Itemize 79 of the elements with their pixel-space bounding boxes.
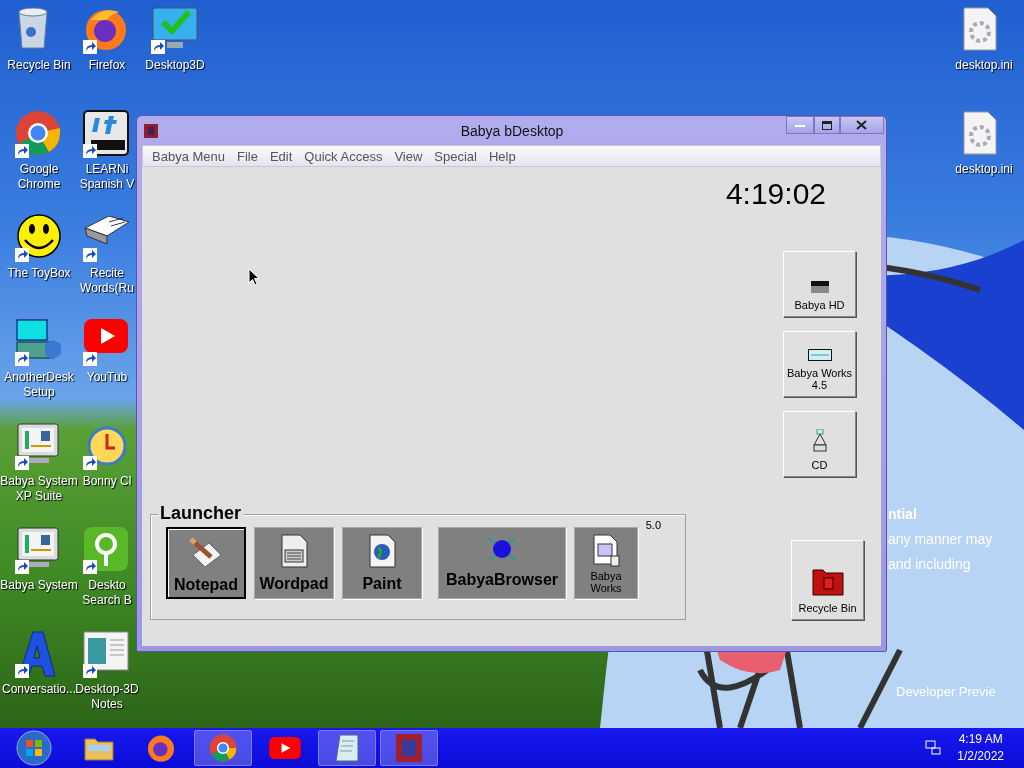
recycle-bin-button[interactable]: Recycle Bin <box>791 540 864 620</box>
icon-label[interactable]: Recite Words(Ru <box>80 266 134 296</box>
icon-label[interactable]: desktop.ini <box>955 58 1013 73</box>
close-icon <box>856 120 868 130</box>
chrome-icon <box>209 734 237 762</box>
icon-label[interactable]: Conversatio... <box>1 682 76 697</box>
document-icon <box>279 534 309 568</box>
icon-label[interactable]: AnotherDesk Setup <box>4 370 74 400</box>
globe-document-icon <box>367 534 397 568</box>
settings-file-icon <box>960 6 1000 52</box>
icon-label[interactable]: Deskto Search B <box>82 578 132 608</box>
clock-time[interactable]: 4:19 AM <box>958 731 1003 748</box>
watermark-text: Developer Previe <box>896 684 996 699</box>
smiley-face-icon <box>15 214 63 260</box>
icon-label[interactable]: Babya System XP Suite <box>0 474 78 504</box>
icon-label[interactable]: Babya System <box>0 578 78 593</box>
pencil-paper-icon <box>189 535 223 569</box>
drive-button[interactable]: CD <box>783 411 856 477</box>
maximize-button[interactable] <box>814 116 840 134</box>
taskbar-button[interactable] <box>194 730 252 766</box>
icon-label[interactable]: Recycle Bin <box>7 58 71 73</box>
maximize-icon <box>822 120 832 130</box>
recycle-bin-icon <box>15 6 51 50</box>
taskbar-button[interactable] <box>380 730 438 766</box>
taskbar-button[interactable] <box>318 730 376 766</box>
wallpaper-text: and including <box>888 555 972 573</box>
icon-label[interactable]: YouTub <box>86 370 128 385</box>
settings-file-icon <box>960 110 1000 156</box>
menu-item[interactable]: Babya Menu <box>146 148 231 164</box>
icon-label[interactable]: Desktop3D <box>145 58 205 73</box>
monitor-icon <box>15 526 61 570</box>
folder-icon <box>811 566 844 596</box>
cd-drive-icon <box>812 429 827 453</box>
version-text: 5.0 <box>645 519 661 531</box>
close-button[interactable] <box>840 116 884 134</box>
icon-label[interactable]: desktop.ini <box>955 162 1013 177</box>
menu-item[interactable]: View <box>388 148 429 164</box>
hard-drive-icon <box>810 281 829 293</box>
wallpaper-text: any manner may <box>888 530 993 548</box>
icon-label[interactable]: LEARNi Spanish V <box>79 162 135 192</box>
app-icon <box>144 123 158 138</box>
icon-label[interactable]: Firefox <box>88 58 126 73</box>
drive-button[interactable]: Babya HD <box>783 251 856 317</box>
icon-label[interactable]: The ToyBox <box>7 266 71 281</box>
app-square-icon <box>396 734 422 762</box>
icon-label[interactable]: Desktop-3D Notes <box>75 682 139 712</box>
play-button-icon <box>269 737 301 759</box>
clock-date[interactable]: 1/2/2022 <box>957 748 1004 765</box>
mouse-cursor-icon <box>248 268 260 286</box>
play-button-icon <box>83 318 129 354</box>
network-icon[interactable] <box>925 740 942 756</box>
drive-button[interactable]: Babya Works 4.5 <box>783 331 856 397</box>
puzzle-document-icon <box>591 534 621 568</box>
menu-item[interactable]: Quick Access <box>298 148 389 164</box>
menu-item[interactable]: Special <box>428 148 483 164</box>
notepad-icon <box>334 733 360 763</box>
folder-icon <box>84 735 114 761</box>
monitor-icon <box>15 422 61 466</box>
minimize-button[interactable] <box>786 116 814 134</box>
minimize-icon <box>795 123 805 127</box>
launcher-button[interactable]: Babya Works <box>574 527 638 599</box>
menu-item[interactable]: File <box>231 148 264 164</box>
icon-label[interactable]: Bonny Cl <box>82 474 132 489</box>
magnifier-icon <box>83 526 129 572</box>
icon-label[interactable]: Google Chrome <box>17 162 61 192</box>
learning-logo-icon <box>83 110 129 156</box>
firefox-icon <box>146 733 176 763</box>
clock-text: 4:19:02 <box>725 177 826 211</box>
chrome-icon <box>15 110 61 156</box>
window-title: Babya bDesktop <box>459 122 564 139</box>
launcher-button[interactable]: BabyaBrowser <box>438 527 566 599</box>
launcher-button[interactable]: Wordpad <box>254 527 334 599</box>
wallpaper-text: ntial <box>888 505 918 523</box>
menu-item[interactable]: Help <box>483 148 522 164</box>
drive-slot-icon <box>807 349 832 361</box>
launcher-button[interactable]: Paint <box>342 527 422 599</box>
launcher-button[interactable]: Notepad <box>166 527 246 599</box>
document-window-icon <box>83 630 129 674</box>
menu-item[interactable]: Edit <box>263 148 299 164</box>
